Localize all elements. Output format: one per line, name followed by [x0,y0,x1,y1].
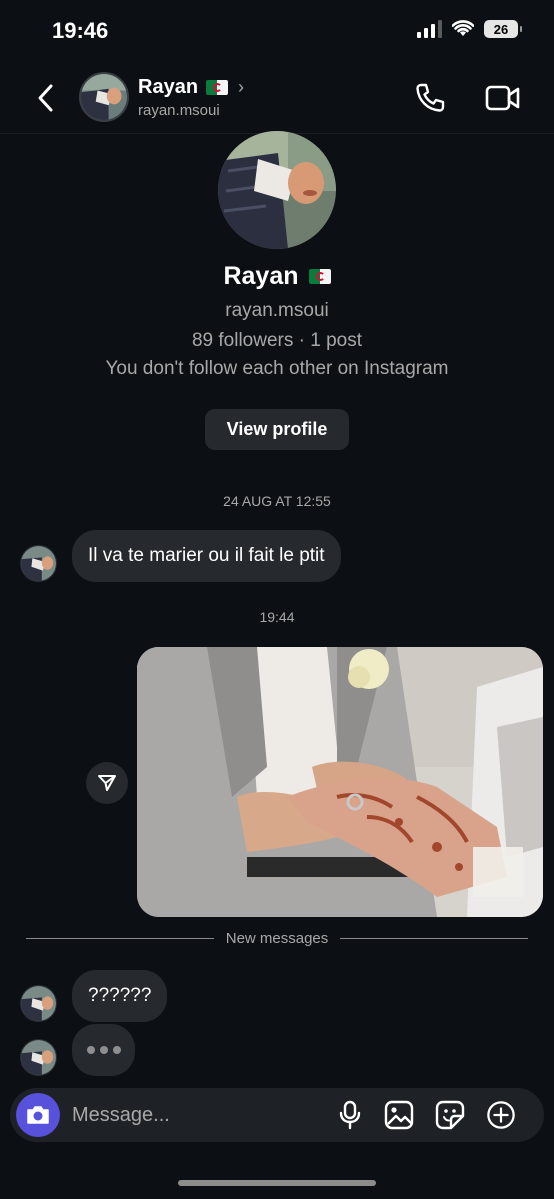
header-name-row[interactable]: Rayan › [138,76,244,99]
follow-status-note: You don't follow each other on Instagram [105,358,449,379]
sticker-button[interactable] [435,1100,465,1130]
chat-header: Rayan › rayan.msoui [0,62,554,134]
algeria-flag-icon [308,269,331,284]
new-messages-divider: New messages [26,930,529,947]
camera-button[interactable] [16,1093,60,1137]
message-timestamp: 19:44 [259,609,295,625]
microphone-icon [339,1100,361,1130]
new-messages-label: New messages [225,930,329,947]
profile-name: Rayan [223,262,299,290]
header-username: rayan.msoui [138,102,220,119]
received-message-bubble[interactable]: ?????? [72,970,168,1022]
profile-stats: 89 followers · 1 post [191,330,363,351]
profile-username: rayan.msoui [225,300,329,321]
sticker-icon [435,1100,465,1130]
plus-circle-icon [487,1101,515,1129]
gallery-icon [384,1100,414,1130]
message-text: ?????? [88,985,152,1006]
audio-call-button[interactable] [412,80,448,116]
divider-line [340,938,529,939]
battery-icon: 26 [484,20,522,38]
header-avatar[interactable] [79,72,129,122]
status-time: 19:46 [52,18,109,43]
profile-avatar[interactable] [218,131,336,249]
home-indicator [178,1180,376,1186]
wifi-icon [452,20,474,36]
share-button[interactable] [86,762,128,804]
send-icon [98,775,116,791]
cellular-signal-icon [417,20,442,38]
sender-avatar[interactable] [20,545,57,582]
sender-avatar[interactable] [20,1039,57,1076]
phone-icon [416,83,445,112]
dm-conversation-screen: 19:46 26 Rayan › rayan.msoui Rayan rayan… [0,0,554,1199]
back-icon [38,84,53,112]
shared-photo[interactable] [137,647,543,917]
message-text: Il va te marier ou il fait le ptit [88,545,325,566]
message-timestamp: 24 AUG AT 12:55 [223,493,331,509]
view-profile-button[interactable]: View profile [205,409,349,450]
status-bar: 19:46 26 [0,0,554,62]
algeria-flag-icon [206,80,229,95]
typing-dot [112,1046,121,1054]
sender-avatar[interactable] [20,985,57,1022]
video-call-icon [485,85,520,111]
more-button[interactable] [486,1100,516,1130]
received-message-bubble[interactable]: Il va te marier ou il fait le ptit [72,530,341,582]
voice-message-button[interactable] [335,1100,365,1130]
gallery-button[interactable] [384,1100,414,1130]
chevron-right-icon: › [238,77,245,97]
camera-icon [27,1106,49,1124]
back-button[interactable] [28,80,64,116]
header-name: Rayan [138,76,199,98]
message-input[interactable] [72,1098,312,1132]
typing-dot [86,1046,95,1054]
status-indicators: 26 [417,20,522,38]
video-call-button[interactable] [484,80,522,116]
typing-indicator [72,1024,135,1076]
typing-dot [99,1046,108,1054]
profile-name-row: Rayan [0,262,554,291]
message-composer [10,1088,544,1142]
divider-line [26,938,214,939]
